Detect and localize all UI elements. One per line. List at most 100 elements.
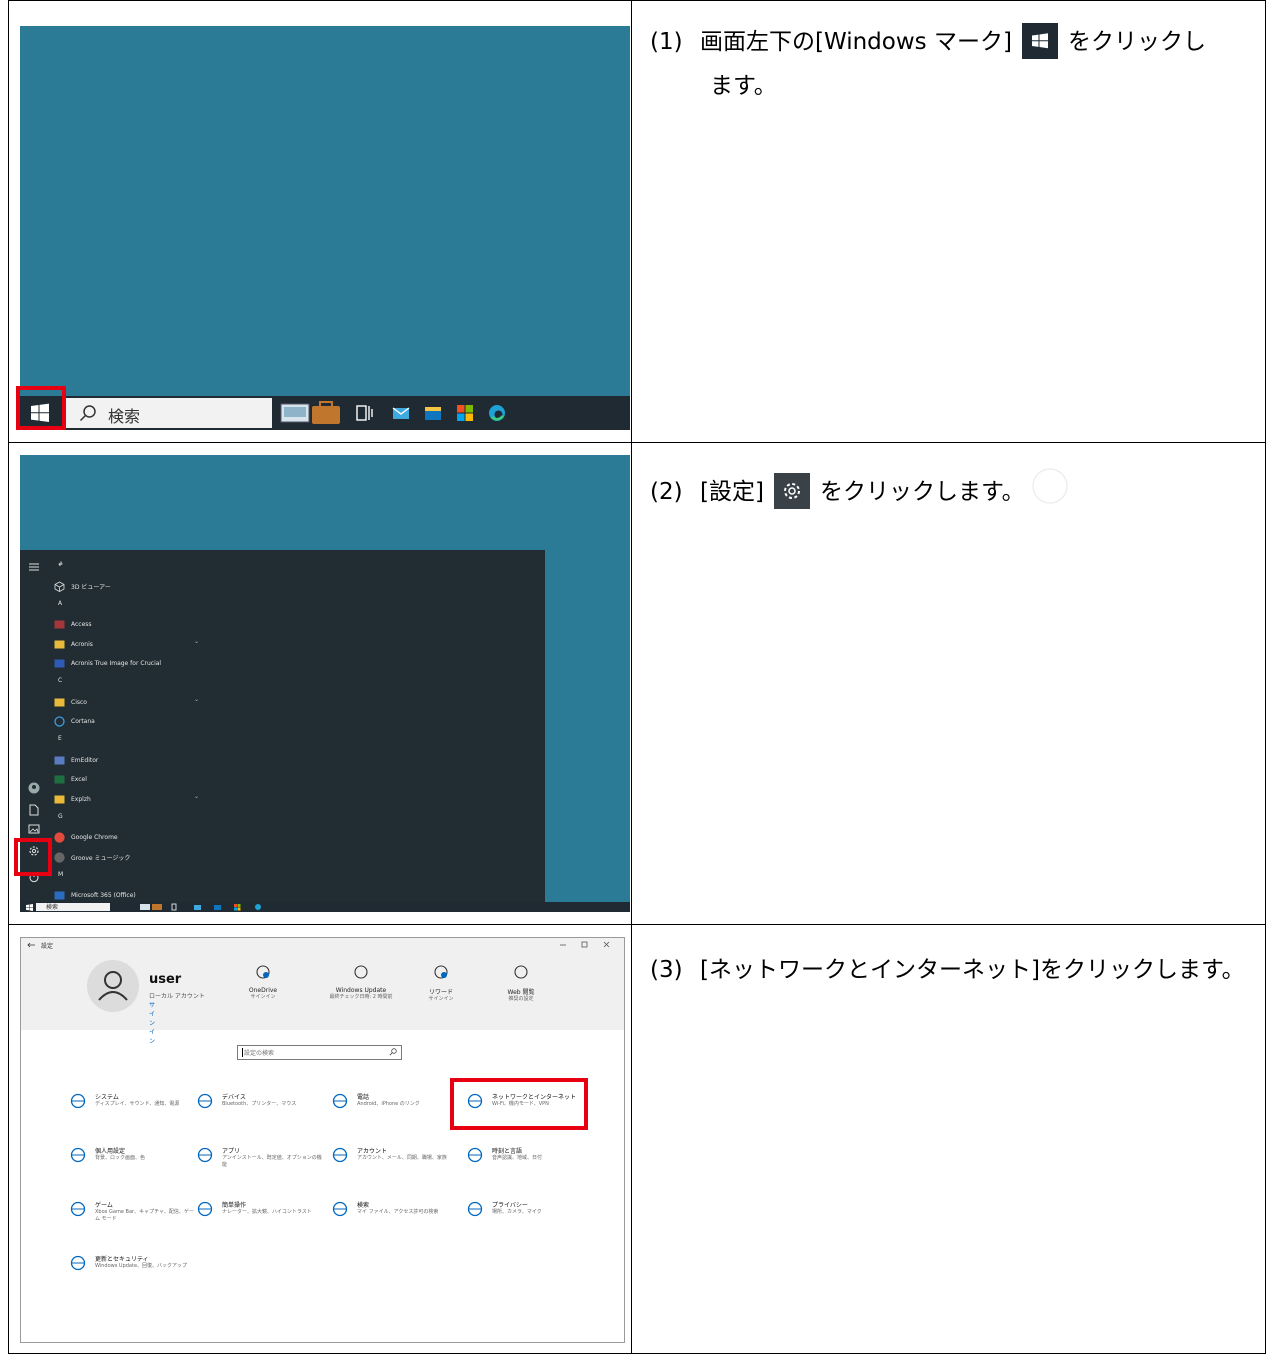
time-language-icon [466, 1146, 484, 1164]
settings-tile-5[interactable]: 個人用設定 背景、ロック画面、色 [69, 1144, 194, 1174]
header-item-3[interactable]: リワード サインイン [401, 964, 481, 1003]
start-menu-app-item[interactable]: Cisco [54, 693, 204, 711]
header-item-subtitle: 推奨の設定 [508, 996, 534, 1002]
start-menu-letter-header[interactable]: A [58, 600, 62, 607]
settings-tile-title: 個人用設定 [95, 1148, 126, 1155]
folder-icon [54, 794, 65, 805]
task-view-icon[interactable] [356, 404, 374, 426]
settings-tile-title: ゲーム [95, 1202, 113, 1209]
header-item-subtitle: サインイン [428, 996, 454, 1002]
settings-tile-2[interactable]: デバイス Bluetooth、プリンター、マウス [196, 1090, 321, 1120]
settings-tile-title: デバイス [222, 1094, 246, 1101]
settings-tile-title: 検索 [357, 1202, 370, 1209]
start-menu-app-item[interactable]: Acronis True Image for Crucial [54, 655, 204, 673]
chevron-down-icon[interactable]: ⌄ [194, 793, 199, 800]
start-menu-app-item[interactable]: 3D ビューアー [54, 577, 204, 595]
onedrive-icon [223, 964, 303, 984]
start-menu-app-item[interactable]: Explzh [54, 790, 204, 808]
header-item-4[interactable]: Web 閲覧 推奨の設定 [481, 964, 561, 1003]
step-3-number: (3) [650, 957, 683, 983]
header-item-2[interactable]: Windows Update 最終チェック日時: 2 時間前 [321, 964, 401, 1001]
settings-tile-7[interactable]: アカウント アカウント、メール、同期、職場、家族 [331, 1144, 456, 1174]
rewards-icon [401, 964, 481, 984]
start-menu-app-item[interactable]: Acronis [54, 635, 204, 653]
microsoft-store-icon[interactable] [456, 404, 474, 426]
user-signin-link[interactable]: サインイン [149, 1000, 155, 1045]
user-name: user [149, 972, 182, 987]
documents-icon[interactable] [29, 804, 39, 816]
hamburger-menu-icon[interactable] [29, 563, 39, 571]
settings-tile-description: 背景、ロック画面、色 [95, 1155, 146, 1161]
lock-icon [466, 1200, 484, 1218]
devices-icon [196, 1092, 214, 1110]
back-arrow-icon[interactable] [27, 942, 35, 948]
window-controls[interactable] [558, 941, 616, 948]
edge-browser-icon[interactable] [488, 404, 506, 426]
table-border-left [8, 0, 9, 1354]
step-2-after: をクリックします。 [819, 479, 1025, 505]
mail-icon[interactable] [392, 405, 410, 425]
settings-tile-6[interactable]: アプリ アンインストール、既定値、オプションの機能 [196, 1144, 322, 1174]
settings-tile-12[interactable]: プライバシー 場所、カメラ、マイク [466, 1198, 591, 1228]
taskbar-app-icons[interactable] [140, 903, 290, 911]
sync-icon [69, 1254, 87, 1272]
settings-search-input[interactable]: 設定の検索 [237, 1045, 402, 1060]
start-menu-letter-header[interactable]: E [58, 735, 62, 742]
desktop-screenshot: 検索 [20, 26, 630, 430]
settings-tile-9[interactable]: ゲーム Xbox Game Bar、キャプチャ、配信、ゲーム モード [69, 1198, 194, 1228]
user-account-icon[interactable] [28, 782, 40, 794]
phone-icon [331, 1092, 349, 1110]
settings-tile-10[interactable]: 簡単操作 ナレーター、拡大鏡、ハイコントラスト [196, 1198, 321, 1228]
start-menu-app-item[interactable]: Groove ミュージック [54, 848, 204, 866]
start-menu-app-label: Acronis [71, 640, 93, 648]
start-menu-app-item[interactable]: Google Chrome [54, 829, 204, 847]
start-menu-letter-header[interactable]: C [58, 677, 62, 684]
settings-tile-3[interactable]: 電話 Android、iPhone のリンク [331, 1090, 456, 1120]
step-1-after: をクリックし [1067, 29, 1206, 55]
start-menu-letter-header[interactable]: M [58, 871, 63, 878]
user-account-type: ローカル アカウント [149, 993, 205, 1000]
start-menu-app-item[interactable]: EmEditor [54, 751, 204, 769]
settings-tile-1[interactable]: システム ディスプレイ、サウンド、通知、電源 [69, 1090, 194, 1120]
start-menu-app-label: 3D ビューアー [71, 583, 111, 591]
settings-tile-13[interactable]: 更新とセキュリティ Windows Update、回復、バックアップ [69, 1252, 194, 1282]
start-menu-letter-header[interactable]: G [58, 813, 63, 820]
taskbar-search-box[interactable]: 検索 [36, 903, 110, 911]
account-icon [331, 1146, 349, 1164]
step-1-text: (1) 画面左下の[Windows マーク] をクリックし ます。 [640, 20, 1206, 108]
file-explorer-icon[interactable] [424, 405, 442, 425]
settings-tile-description: ナレーター、拡大鏡、ハイコントラスト [222, 1209, 312, 1215]
chrome-icon [54, 832, 65, 843]
settings-window-screenshot: 設定 user ローカル アカウント サインイン OneDrive サインイン Wi… [20, 937, 625, 1343]
pictures-icon[interactable] [28, 824, 40, 834]
step-1-line2: ます。 [710, 73, 777, 99]
start-menu: #3D ビューアー A Access Acronis ⌄ Acronis True Ima… [20, 550, 545, 902]
settings-tile-8[interactable]: 時刻と言語 音声認識、地域、日付 [466, 1144, 591, 1174]
row-divider-1 [8, 442, 1266, 443]
start-menu-app-item[interactable]: Cortana [54, 713, 204, 731]
office-icon [54, 890, 65, 901]
settings-tile-title: プライバシー [492, 1202, 528, 1209]
faint-circle-decoration [1032, 468, 1068, 504]
settings-tile-title: 更新とセキュリティ [95, 1256, 149, 1263]
windows-start-icon [1021, 22, 1058, 59]
folder-icon [54, 639, 65, 650]
step-3-text: (3) [ネットワークとインターネット]をクリックします。 [640, 948, 1245, 992]
header-item-1[interactable]: OneDrive サインイン [223, 964, 303, 1001]
row-divider-2 [8, 924, 1266, 925]
taskbar-promo-icon[interactable] [280, 400, 344, 430]
start-menu-app-item[interactable]: Access [54, 616, 204, 634]
chevron-down-icon[interactable]: ⌄ [194, 696, 199, 703]
window-title: 設定 [41, 943, 54, 950]
gear-icon [773, 472, 810, 509]
settings-tile-description: ディスプレイ、サウンド、通知、電源 [95, 1101, 180, 1107]
start-menu-app-item[interactable]: Excel [54, 771, 204, 789]
chevron-down-icon[interactable]: ⌄ [194, 638, 199, 645]
windows-start-button[interactable] [26, 904, 33, 911]
start-menu-letter-header[interactable]: # [58, 561, 63, 568]
step-1-before: 画面左下の[Windows マーク] [700, 29, 1012, 55]
taskbar-search-box[interactable]: 検索 [66, 398, 272, 428]
step-2-text: (2) [設定] をクリックします。 [640, 468, 1068, 514]
start-menu-app-label: Groove ミュージック [71, 854, 131, 862]
settings-tile-11[interactable]: 検索 マイ ファイル、アクセス許可の検索 [331, 1198, 456, 1228]
